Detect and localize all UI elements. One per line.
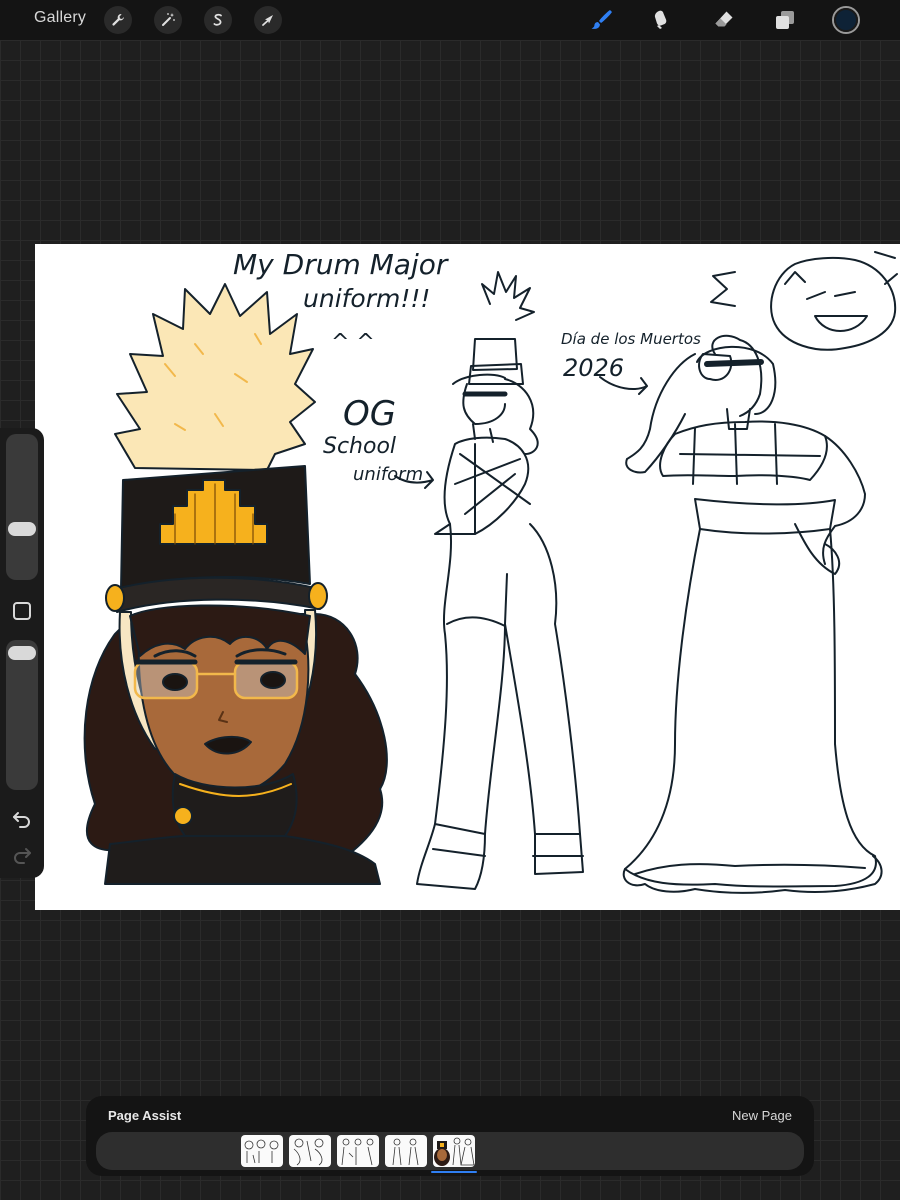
sketch-figure-dress [622, 334, 883, 894]
page-thumbnail-1[interactable] [241, 1135, 283, 1167]
brush-size-knob[interactable] [8, 522, 36, 536]
top-toolbar: Gallery [0, 0, 900, 40]
redo-icon[interactable] [10, 844, 34, 866]
chibi-face-doodle [770, 256, 898, 351]
eraser-icon[interactable] [711, 7, 737, 33]
annotation-year: 2026 [563, 354, 625, 382]
active-page-indicator [431, 1171, 477, 1173]
annotation-line1: My Drum Major [233, 248, 448, 281]
wrench-icon[interactable] [104, 6, 132, 34]
selection-s-icon[interactable] [204, 6, 232, 34]
page-thumbnail-4[interactable] [385, 1135, 427, 1167]
annotation-line2: uniform!!! [303, 284, 431, 313]
sketch-figure-drum-major [416, 271, 584, 890]
new-page-button[interactable]: New Page [732, 1108, 792, 1123]
transform-arrow-icon[interactable] [254, 6, 282, 34]
magic-wand-icon[interactable] [154, 6, 182, 34]
annotation-school: School [323, 434, 397, 459]
undo-icon[interactable] [10, 808, 34, 830]
sigma-doodle [710, 271, 736, 307]
page-thumbnail-2[interactable] [289, 1135, 331, 1167]
artwork-drawing [83, 251, 898, 894]
page-assist-panel: Page Assist New Page [86, 1096, 814, 1176]
left-sidebar [0, 428, 44, 878]
current-color-fill [834, 8, 858, 32]
opacity-knob[interactable] [8, 646, 36, 660]
drawing-canvas[interactable]: My Drum Major uniform!!! ^ ^ OG School u… [35, 244, 900, 910]
gallery-button[interactable]: Gallery [34, 9, 86, 27]
annotation-faces: ^ ^ [331, 330, 375, 355]
smudge-icon[interactable] [649, 7, 675, 33]
page-thumbnail-3[interactable] [337, 1135, 379, 1167]
color-picker-swatch[interactable] [832, 6, 860, 34]
layers-icon[interactable] [772, 7, 798, 33]
brush-icon[interactable] [588, 7, 614, 33]
annotation-og: OG [343, 394, 397, 434]
opacity-slider[interactable] [6, 640, 38, 790]
brush-size-slider[interactable] [6, 434, 38, 580]
annotation-dia: Día de los Muertos [561, 330, 701, 348]
pages-strip [96, 1132, 804, 1173]
annotation-school-uniform: uniform [353, 464, 424, 485]
page-assist-title: Page Assist [108, 1108, 182, 1123]
modify-button[interactable] [13, 602, 31, 620]
plume [114, 283, 316, 471]
page-thumbnail-5-active[interactable] [433, 1135, 475, 1167]
